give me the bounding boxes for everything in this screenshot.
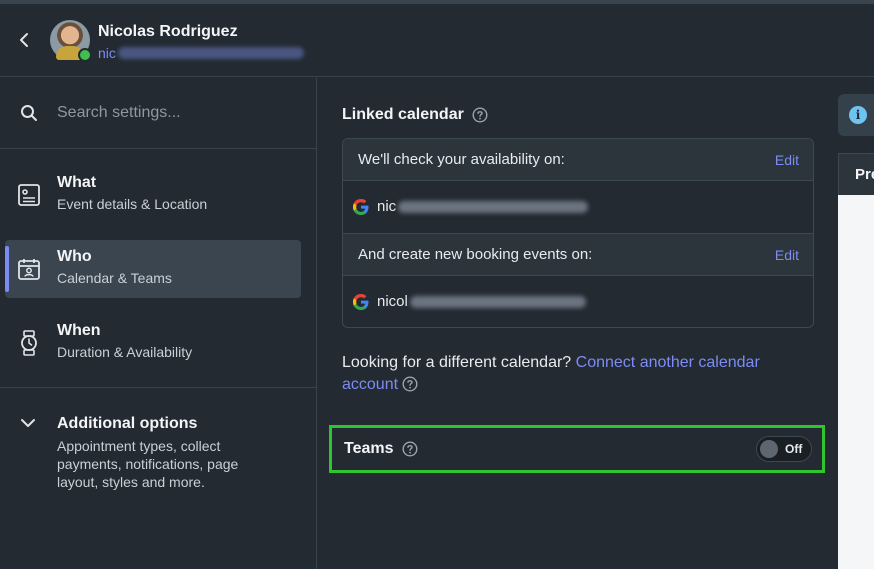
teams-toggle[interactable]: Off [756,436,812,462]
sidebar-item-subtitle: Event details & Location [57,196,208,212]
additional-options-toggle[interactable]: Additional options Appointment types, co… [0,400,317,490]
sidebar-item-title: What [57,174,97,191]
booking-account-row: nicol [343,276,813,327]
preview-panel: i Pre [838,78,874,569]
toggle-knob [760,440,778,458]
sidebar-item-subtitle: Duration & Availability [57,344,193,360]
sidebar-item-title: When [57,322,101,339]
calendar-person-icon [16,256,42,282]
chevron-left-icon [20,33,28,47]
sidebar-item-when[interactable]: When Duration & Availability [5,314,301,372]
availability-account-row: nic [343,181,813,234]
different-calendar-prompt: Looking for a different calendar? Connec… [342,352,812,396]
booking-row: And create new booking events on: Edit [343,234,813,276]
edit-availability-link[interactable]: Edit [775,152,799,168]
preview-body [838,195,874,569]
availability-label: We'll check your availability on: [358,151,565,168]
teams-setting-highlight: Teams Off [329,425,825,473]
linked-calendar-title: Linked calendar [342,106,464,123]
preview-header-text: Pre [855,166,874,183]
watch-icon [16,330,42,356]
teams-title: Teams [344,440,394,457]
availability-row: We'll check your availability on: Edit [343,139,813,181]
header: Nicolas Rodriguez nic [0,4,874,77]
availability-account: nic [377,198,589,215]
booking-label: And create new booking events on: [358,246,593,263]
info-banner[interactable]: i [838,94,874,136]
sidebar-item-who[interactable]: Who Calendar & Teams [5,240,301,298]
search-icon [21,105,37,121]
search-input[interactable] [57,100,297,126]
additional-options-title: Additional options [57,415,198,432]
document-icon [16,182,42,208]
preview-header: Pre [838,153,874,195]
additional-options-subtitle: Appointment types, collect payments, not… [57,438,239,490]
help-icon[interactable] [402,376,418,392]
sidebar-item-what[interactable]: What Event details & Location [5,166,301,224]
google-icon [353,294,369,310]
user-email: nic [98,44,304,62]
avatar[interactable] [50,20,92,62]
email-redaction-blur [117,47,304,59]
sidebar-item-subtitle: Calendar & Teams [57,270,172,286]
info-icon: i [849,106,867,124]
user-name: Nicolas Rodriguez [98,23,238,40]
account-redaction-blur [398,200,589,213]
chevron-down-icon [21,419,35,427]
teams-heading: Teams [344,440,418,458]
availability-account-text: nic [377,198,397,215]
edit-booking-link[interactable]: Edit [775,247,799,263]
account-redaction-blur [409,295,586,308]
help-icon[interactable] [472,107,488,123]
booking-account: nicol [377,293,586,310]
help-icon[interactable] [402,441,418,457]
main-panel: Linked calendar We'll check your availab… [318,78,838,569]
online-status-dot [78,48,92,62]
sidebar-item-title: Who [57,248,92,265]
different-calendar-text: Looking for a different calendar? [342,354,572,371]
linked-calendar-card: We'll check your availability on: Edit n… [342,138,814,328]
user-email-text: nic [98,45,116,61]
back-button[interactable] [14,28,34,52]
search-bar [0,78,317,149]
settings-sidebar: What Event details & Location Who Calend… [0,78,317,569]
google-icon [353,199,369,215]
sidebar-divider [0,387,317,388]
linked-calendar-heading: Linked calendar [342,106,488,124]
toggle-label: Off [785,442,803,456]
booking-account-text: nicol [377,293,408,310]
